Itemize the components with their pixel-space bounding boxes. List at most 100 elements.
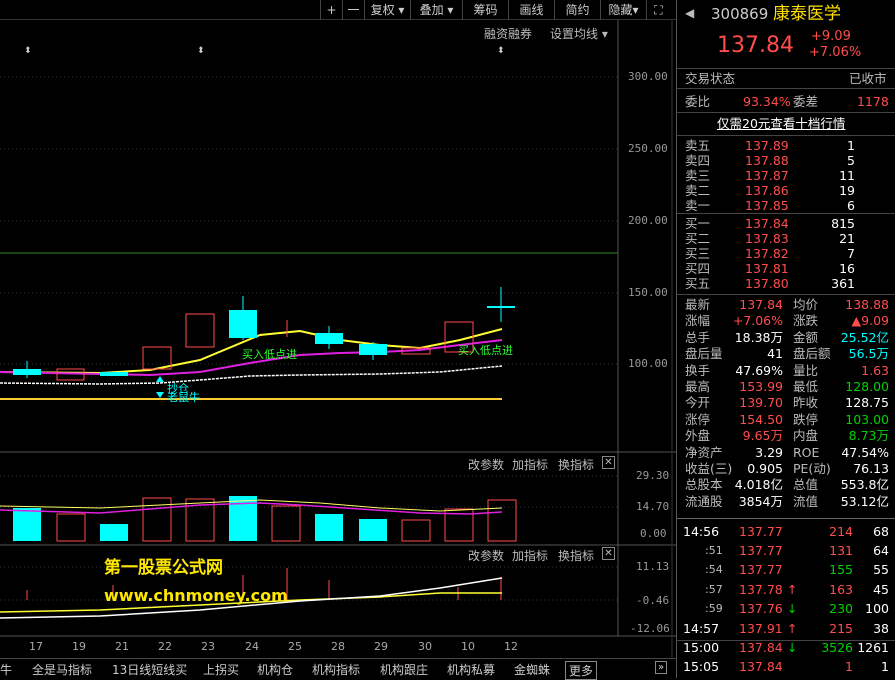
stat-label: 涨停: [685, 411, 711, 427]
tick-price: 137.84: [739, 640, 783, 655]
stat-value: 1.63: [861, 362, 889, 378]
tick-time: 15:05: [683, 659, 720, 674]
tick-arrow: ↑: [787, 621, 798, 636]
tick-count: 64: [873, 543, 889, 558]
level2-promo-link[interactable]: 仅需20元查看十档行情: [717, 116, 845, 131]
ask-volume: 1: [847, 138, 855, 153]
tick-time: 14:57: [683, 621, 720, 636]
axis-tick: 250.00: [628, 142, 668, 155]
axis-tick: 29.30: [636, 469, 670, 482]
add-indicator-button[interactable]: 加指标: [512, 456, 548, 473]
stat-label: 均价: [793, 297, 819, 312]
bid-label: 买二: [685, 231, 711, 246]
modify-params-button[interactable]: 改参数: [468, 547, 504, 564]
stat-label: 跌停: [793, 411, 819, 427]
chart-svg: ⬍ ⬍ ⬍: [0, 20, 676, 658]
tick-price: 137.77: [739, 562, 783, 577]
ask-label: 卖四: [685, 153, 711, 168]
close-icon[interactable]: ✕: [602, 547, 615, 560]
stat-label: 流值: [793, 493, 819, 509]
bid-price: 137.80: [745, 276, 789, 291]
stat-value: 4.018亿: [734, 477, 783, 493]
stat-value: 9.65万: [742, 428, 783, 444]
tick-volume: 214: [829, 524, 853, 539]
watermark-url: www.chnmoney.com: [104, 586, 288, 605]
stat-value: 53.12亿: [840, 493, 889, 509]
indicator-tabs: 牛 全是马指标 13日线短线买 上拐买 机构仓 机构指标 机构跟庄 机构私募 金蜘蛛 更多 »: [0, 658, 676, 680]
ask-label: 卖一: [685, 198, 711, 213]
bid-price: 137.81: [745, 261, 789, 276]
axis-tick: -12.06: [630, 622, 670, 635]
modify-params-button[interactable]: 改参数: [468, 456, 504, 473]
indicator-tab[interactable]: 机构跟庄: [380, 661, 428, 678]
indicator-tab[interactable]: 全是马指标: [32, 661, 92, 678]
stat-value: 128.75: [845, 395, 889, 411]
tick-volume: 3526: [821, 640, 853, 655]
stat-value: 153.99: [739, 379, 783, 394]
indicator-tab[interactable]: 机构指标: [312, 661, 360, 678]
indicator-tab[interactable]: 机构私募: [447, 661, 495, 678]
switch-indicator-button[interactable]: 换指标: [558, 547, 594, 564]
date-label: 19: [72, 640, 86, 653]
tick-price: 137.77: [739, 543, 783, 558]
svg-text:⬍: ⬍: [497, 46, 505, 56]
ask-volume: 19: [839, 183, 855, 198]
tick-time: 14:56: [683, 524, 720, 539]
price-change: +9.09: [811, 29, 851, 44]
bid-label: 买三: [685, 246, 711, 261]
stat-label: 总手: [685, 329, 711, 345]
date-label: 25: [288, 640, 302, 653]
tick-time: :57: [705, 583, 723, 596]
axis-tick: 150.00: [628, 286, 668, 299]
tick-price: 137.84: [739, 659, 783, 674]
ask-volume: 5: [847, 153, 855, 168]
bid-volume: 7: [847, 246, 855, 261]
tick-count: 38: [873, 621, 889, 636]
add-indicator-button[interactable]: 加指标: [512, 547, 548, 564]
stat-label: 涨跌: [793, 313, 819, 329]
price-change-pct: +7.06%: [809, 45, 862, 60]
indicator-tab[interactable]: 上拐买: [203, 661, 239, 678]
bid-price: 137.84: [745, 216, 789, 231]
close-icon[interactable]: ✕: [602, 456, 615, 469]
signal-label: 老鼠牛: [167, 391, 200, 404]
stat-value: 18.38万: [734, 329, 783, 345]
tick-time: :51: [705, 544, 723, 557]
tick-count: 45: [873, 582, 889, 597]
indicator-tab[interactable]: 机构仓: [257, 661, 293, 678]
collapse-icon[interactable]: ◀: [685, 6, 694, 21]
indicator-tab[interactable]: 13日线短线买: [112, 661, 187, 678]
stat-label: ROE: [793, 444, 820, 460]
indicator-tab[interactable]: 金蜘蛛: [514, 661, 550, 678]
ask-price: 137.88: [745, 153, 789, 168]
stat-label: PE(动): [793, 461, 831, 476]
date-label: 29: [374, 640, 388, 653]
date-label: 23: [201, 640, 215, 653]
axis-tick: 11.13: [636, 560, 670, 573]
stat-value: 103.00: [845, 411, 889, 427]
switch-indicator-button[interactable]: 换指标: [558, 456, 594, 473]
status-value: 已收市: [849, 71, 887, 86]
stat-label: 金额: [793, 329, 819, 345]
axis-tick: -0.46: [636, 594, 670, 607]
date-label: 10: [461, 640, 475, 653]
tick-volume: 155: [829, 562, 853, 577]
date-label: 30: [418, 640, 432, 653]
kline-chart-area[interactable]: + 一 复权 ▾ 叠加 ▾ 筹码 画线 简约 隐藏▾ ⛶ 融资融券 设置均线 ▾: [0, 0, 676, 680]
tick-arrow: ↓: [787, 601, 798, 616]
tick-price: 137.76: [739, 601, 783, 616]
stat-label: 净资产: [685, 444, 723, 460]
bid-volume: 815: [831, 216, 855, 231]
date-label: 22: [158, 640, 172, 653]
more-tabs-button[interactable]: 更多: [565, 661, 598, 680]
indicator-tab[interactable]: 牛: [0, 661, 12, 678]
bid-label: 买四: [685, 261, 711, 276]
stat-value: 553.8亿: [840, 477, 889, 493]
stat-label: 量比: [793, 362, 819, 378]
ask-price: 137.87: [745, 168, 789, 183]
svg-text:⬍: ⬍: [197, 46, 205, 56]
stat-label: 最高: [685, 379, 711, 394]
ask-label: 卖五: [685, 138, 711, 153]
tick-time: 15:00: [683, 640, 720, 655]
scroll-right-icon[interactable]: »: [655, 661, 668, 674]
